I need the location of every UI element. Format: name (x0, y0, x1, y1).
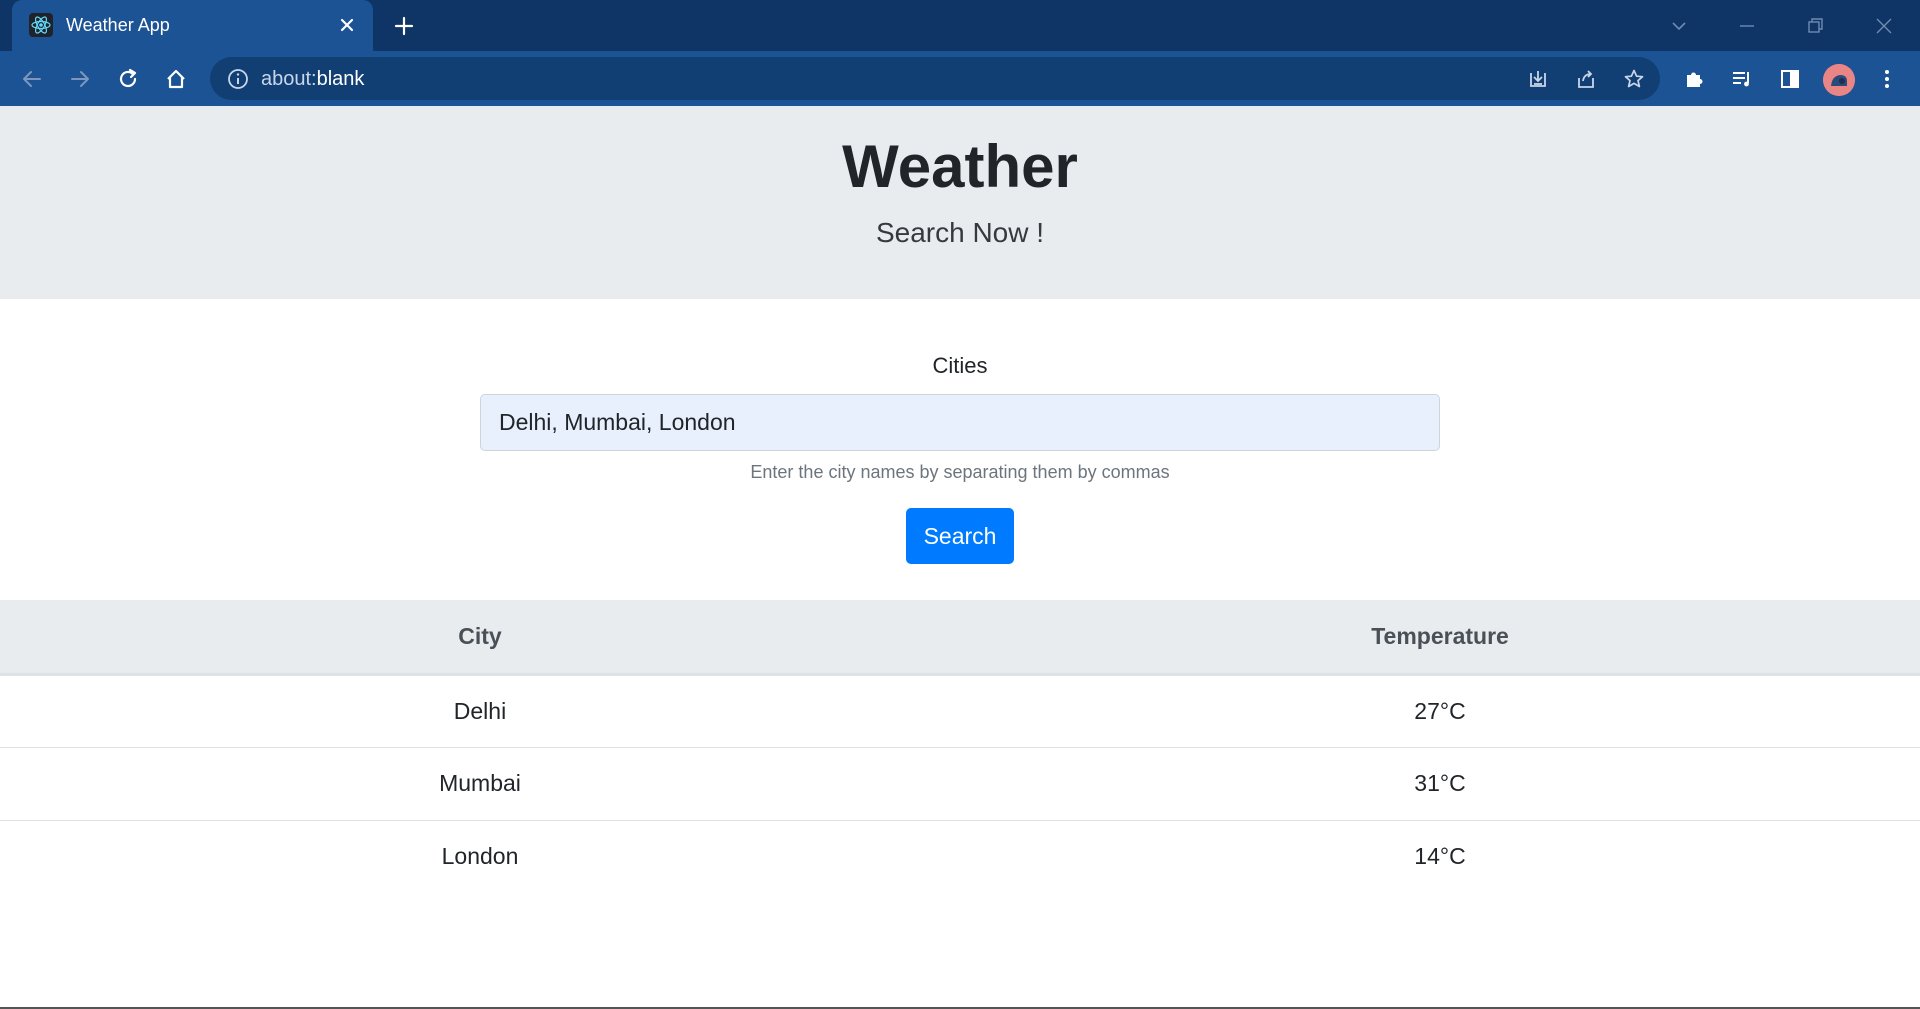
cities-input[interactable] (480, 394, 1440, 451)
weather-table: City Temperature Delhi 27°C Mumbai 31°C … (0, 600, 1920, 893)
browser-toolbar: about:blank (0, 51, 1920, 106)
install-app-icon[interactable] (1522, 63, 1554, 95)
close-window-icon[interactable] (1870, 12, 1898, 40)
url-text: about:blank (261, 68, 364, 91)
url-prefix: about: (261, 68, 317, 90)
cities-label: Cities (932, 353, 988, 378)
media-queue-icon[interactable] (1726, 63, 1758, 95)
temperature-column-header: Temperature (1371, 622, 1509, 649)
share-icon[interactable] (1570, 63, 1602, 95)
temperature-cell: 14°C (1414, 843, 1466, 870)
new-tab-icon[interactable] (390, 12, 418, 40)
table-row: London 14°C (0, 820, 1920, 893)
address-bar[interactable]: about:blank (210, 57, 1660, 100)
temperature-cell: 27°C (1414, 697, 1466, 724)
city-column-header: City (458, 622, 502, 649)
bookmark-star-icon[interactable] (1618, 63, 1650, 95)
city-cell: Delhi (453, 697, 507, 724)
tab-search-icon[interactable] (1665, 12, 1693, 40)
city-cell: Mumbai (439, 770, 521, 796)
browser-tabstrip: Weather App (0, 0, 1920, 51)
header-jumbotron: Weather Search Now ! (0, 106, 1920, 299)
react-icon (29, 13, 53, 37)
search-button[interactable]: Search (906, 508, 1014, 564)
info-icon[interactable] (226, 67, 250, 91)
minimize-icon[interactable] (1733, 12, 1761, 40)
page-content: Weather Search Now ! Cities Enter the ci… (0, 106, 1920, 1009)
page-title: Weather (842, 133, 1078, 200)
reload-icon[interactable] (112, 63, 144, 95)
back-arrow-icon[interactable] (16, 63, 48, 95)
browser-tab[interactable]: Weather App (12, 0, 373, 51)
page-subtitle: Search Now ! (875, 217, 1045, 248)
close-tab-icon[interactable] (335, 13, 359, 37)
table-row: Delhi 27°C (0, 674, 1920, 747)
restore-icon[interactable] (1801, 12, 1829, 40)
extensions-puzzle-icon[interactable] (1678, 63, 1710, 95)
profile-avatar[interactable] (1823, 64, 1855, 96)
menu-kebab-icon[interactable] (1871, 63, 1903, 95)
forward-arrow-icon[interactable] (64, 63, 96, 95)
side-panel-icon[interactable] (1774, 63, 1806, 95)
tab-title: Weather App (66, 15, 170, 35)
temperature-cell: 31°C (1414, 770, 1466, 796)
url-host: blank (316, 68, 365, 90)
home-icon[interactable] (160, 63, 192, 95)
city-cell: London (441, 843, 519, 870)
table-row: Mumbai 31°C (0, 747, 1920, 820)
table-header-row: City Temperature (0, 600, 1920, 674)
cities-help-text: Enter the city names by separating them … (750, 462, 1170, 482)
